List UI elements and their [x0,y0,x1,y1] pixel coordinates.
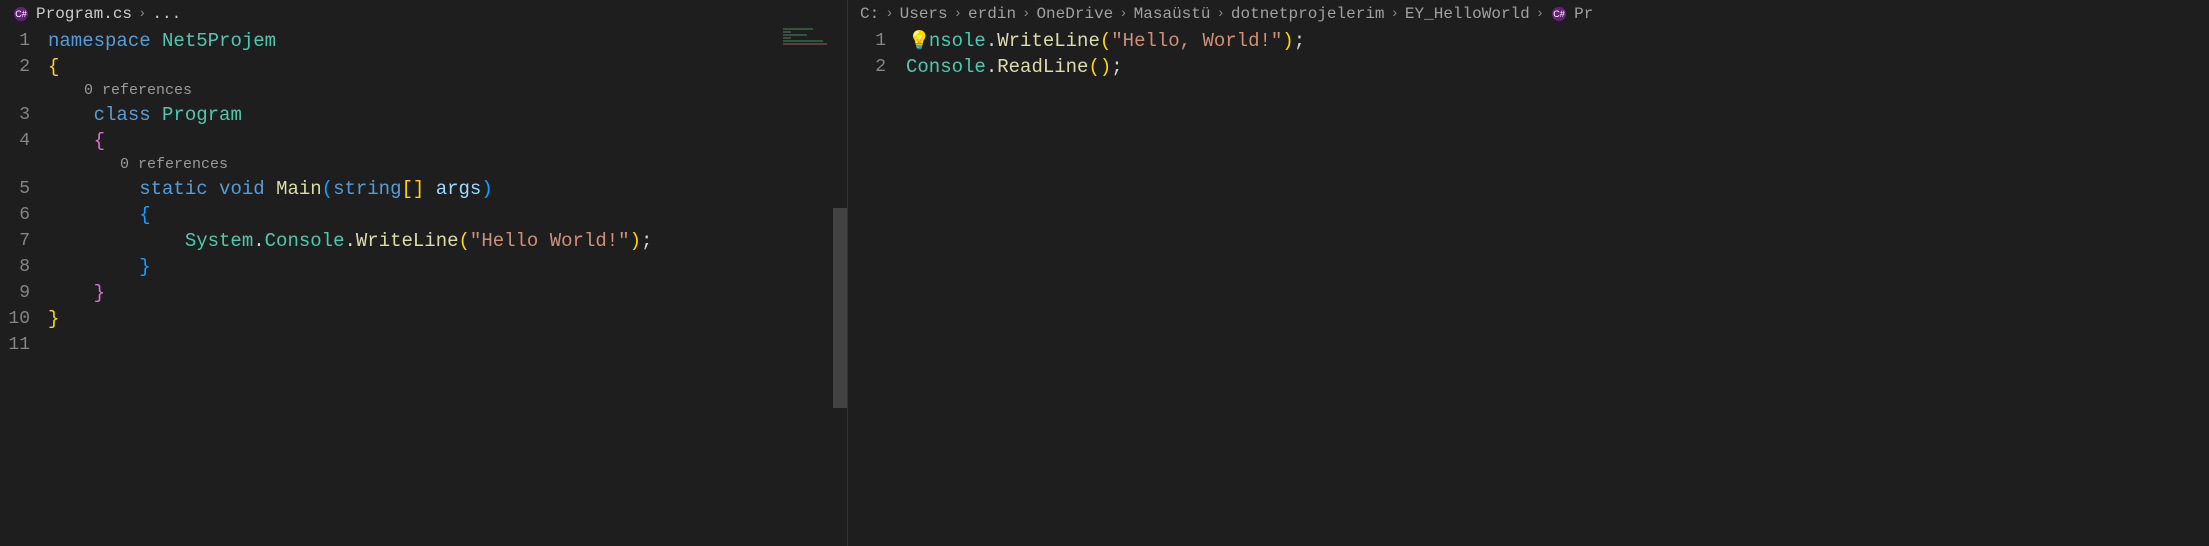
code-line: { [48,202,847,228]
line-number: 1 [848,28,886,54]
breadcrumb-segment[interactable]: Pr [1574,5,1593,23]
breadcrumb-segment[interactable]: EY_HelloWorld [1405,5,1530,23]
chevron-right-icon: › [1391,6,1399,22]
lightbulb-icon[interactable]: 💡 [908,30,930,52]
scrollbar-vertical[interactable] [833,28,847,546]
code-line: static void Main(string[] args) [48,176,847,202]
chevron-right-icon: › [885,6,893,22]
csharp-icon: C# [1550,5,1568,23]
editor-body-left[interactable]: 1 2 3 4 5 6 7 8 9 10 11 namespace Net5Pr… [0,28,847,546]
line-number: 4 [0,128,30,154]
editor-body-right[interactable]: 1 2 💡 nsole.WriteLine("Hello, World!"); … [848,28,2209,546]
line-number-gutter: 1 2 3 4 5 6 7 8 9 10 11 [0,28,48,546]
line-number: 5 [0,176,30,202]
codelens-references[interactable]: 0 references [48,80,847,102]
codelens-references[interactable]: 0 references [48,154,847,176]
breadcrumb-segment[interactable]: dotnetprojelerim [1231,5,1385,23]
line-number: 3 [0,102,30,128]
code-line: } [48,306,847,332]
editor-pane-right: C: › Users › erdin › OneDrive › Masaüstü… [848,0,2209,546]
breadcrumb-segment[interactable]: C: [860,5,879,23]
minimap[interactable] [783,28,833,48]
svg-text:C#: C# [15,9,27,19]
breadcrumb-segment[interactable]: OneDrive [1036,5,1113,23]
chevron-right-icon: › [1216,6,1224,22]
chevron-right-icon: › [1536,6,1544,22]
code-line: { [48,128,847,154]
code-line: } [48,254,847,280]
breadcrumb-segment[interactable]: erdin [968,5,1016,23]
chevron-right-icon: › [1119,6,1127,22]
line-number: 1 [0,28,30,54]
breadcrumb-more[interactable]: ... [152,5,181,23]
code-line: Console.ReadLine(); [906,54,2209,80]
line-number: 8 [0,254,30,280]
code-line: namespace Net5Projem [48,28,847,54]
code-line: class Program [48,102,847,128]
code-line: { [48,54,847,80]
chevron-right-icon: › [1022,6,1030,22]
code-area[interactable]: namespace Net5Projem { 0 references clas… [48,28,847,546]
csharp-icon: C# [12,5,30,23]
code-line [48,332,847,358]
code-line: nsole.WriteLine("Hello, World!"); [906,28,2209,54]
breadcrumb[interactable]: C: › Users › erdin › OneDrive › Masaüstü… [848,0,2209,28]
line-number: 2 [0,54,30,80]
line-number-gutter: 1 2 [848,28,906,546]
line-number: 7 [0,228,30,254]
code-line: System.Console.WriteLine("Hello World!")… [48,228,847,254]
breadcrumb-file[interactable]: Program.cs [36,5,132,23]
line-number: 9 [0,280,30,306]
code-line: } [48,280,847,306]
line-number: 6 [0,202,30,228]
chevron-right-icon: › [954,6,962,22]
chevron-right-icon: › [138,6,146,22]
scrollbar-thumb[interactable] [833,208,847,408]
svg-text:C#: C# [1553,9,1565,19]
breadcrumb[interactable]: C# Program.cs › ... [0,0,847,28]
line-number: 2 [848,54,886,80]
line-number: 10 [0,306,30,332]
code-area[interactable]: 💡 nsole.WriteLine("Hello, World!"); Cons… [906,28,2209,546]
breadcrumb-segment[interactable]: Masaüstü [1134,5,1211,23]
editor-pane-left: C# Program.cs › ... 1 2 3 4 5 6 7 8 9 10… [0,0,848,546]
line-number: 11 [0,332,30,358]
breadcrumb-segment[interactable]: Users [900,5,948,23]
